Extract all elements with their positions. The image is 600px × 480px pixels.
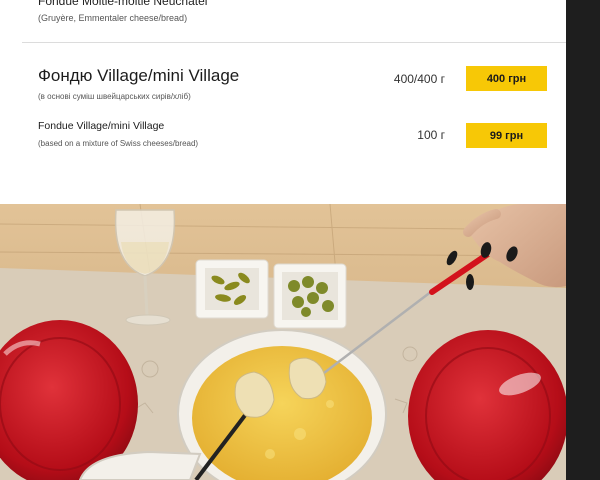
menu-item-previous: Fondue Moitie-moitie Neuchatel (Gruyère,… <box>38 0 566 23</box>
menu-page: Fondue Moitie-moitie Neuchatel (Gruyère,… <box>0 0 566 480</box>
dark-side-panel <box>566 0 600 480</box>
fondue-photo <box>0 204 566 480</box>
menu-item-village-en: Fondue Village/mini Village (based on a … <box>38 120 547 154</box>
menu-item-weight: 400/400 г <box>393 72 445 86</box>
menu-item-village-ua: Фондю Village/mini Village (в основі сум… <box>38 66 547 106</box>
section-divider <box>22 42 566 43</box>
price-badge[interactable]: 99 грн <box>466 123 547 148</box>
price-badge[interactable]: 400 грн <box>466 66 547 91</box>
menu-item-description: (Gruyère, Emmentaler cheese/bread) <box>38 13 188 23</box>
menu-item-name: Fondue Moitie-moitie Neuchatel <box>38 0 208 8</box>
menu-item-weight: 100 г <box>417 128 445 142</box>
menu-item-description: (в основі суміш швейцарських сирів/хліб) <box>38 92 191 101</box>
